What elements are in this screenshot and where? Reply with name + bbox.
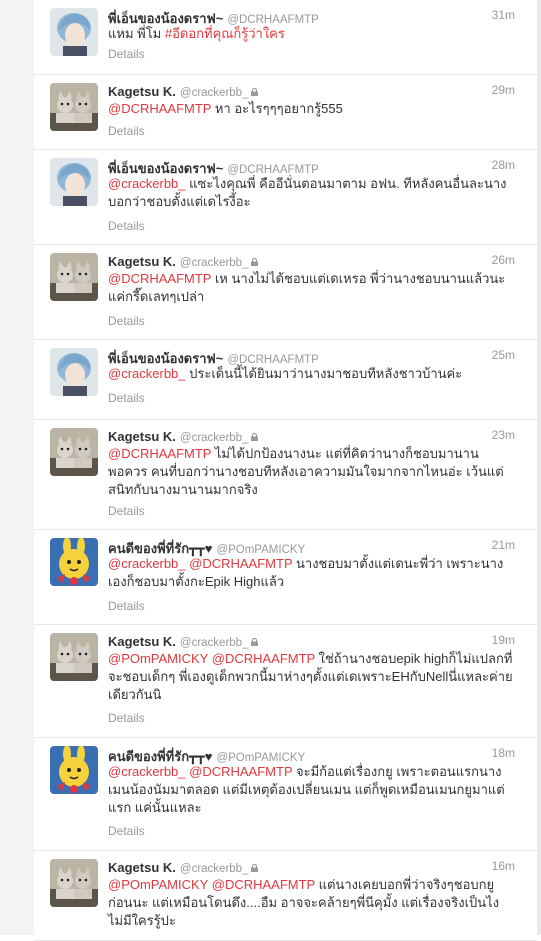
details-link[interactable]: Details <box>108 824 145 838</box>
tweet-header: พี่เอ็นของน้องดราฟ~ @DCRHAAFMTP 28m <box>108 158 527 176</box>
blue-hair-avatar[interactable] <box>50 348 98 396</box>
tweet-text: @crackerbb_ @DCRHAAFMTP จะมีก้อแต่เรื่อง… <box>108 763 518 817</box>
user-name[interactable]: Kagetsu K. <box>108 84 176 99</box>
user-handle[interactable]: @crackerbb_ <box>180 863 249 875</box>
mention-link[interactable]: @POmPAMICKY <box>108 651 208 666</box>
tweet[interactable]: คนดีของพี่ที่รัก┳┳♥ @POmPAMICKY 18m @cracke… <box>34 738 537 851</box>
details-link[interactable]: Details <box>108 504 145 518</box>
tweet[interactable]: Kagetsu K. @crackerbb_ 19m @POmPAMICKY @DCR… <box>34 625 537 738</box>
mention-link[interactable]: @crackerbb_ <box>108 764 186 779</box>
tweet-text: @crackerbb_ แซะไงคุณพี่ คืออีนั่นตอนมาตา… <box>108 175 518 211</box>
details-link[interactable]: Details <box>108 711 145 725</box>
mention-link[interactable]: @DCRHAAFMTP <box>108 446 211 461</box>
tweet[interactable]: พี่เอ็นของน้องดราฟ~ @DCRHAAFMTP 31m แหม พี่… <box>34 0 537 75</box>
cartoon-avatar[interactable] <box>50 538 98 586</box>
cats-avatar[interactable] <box>50 428 98 476</box>
mention-link[interactable]: @DCRHAAFMTP <box>108 101 211 116</box>
tweet[interactable]: Kagetsu K. @crackerbb_ 16m @POmPAMICKY @DCR… <box>34 851 537 941</box>
mention-link[interactable]: @crackerbb_ <box>108 556 186 571</box>
tweet[interactable]: พี่เอ็นของน้องดราฟ~ @DCRHAAFMTP 25m @cracke… <box>34 340 537 420</box>
tweet-text: @DCRHAAFMTP เห นางไม่ได้ชอบแต่เดเหรอ พี่… <box>108 270 518 306</box>
details-link[interactable]: Details <box>108 219 145 233</box>
cats-avatar[interactable] <box>50 633 98 681</box>
cartoon-avatar[interactable] <box>50 746 98 794</box>
tweet[interactable]: Kagetsu K. @crackerbb_ 26m @DCRHAAFMTP เห น… <box>34 245 537 340</box>
tweet-text: @POmPAMICKY @DCRHAAFMTP แต่นางเคยบอกพี่ว… <box>108 876 518 930</box>
tweet-text: แหม พี่โม #อีดอกที่คุณก็รู้ว่าใคร <box>108 25 518 43</box>
left-gutter <box>0 0 35 935</box>
tweet-timestamp[interactable]: 31m <box>492 8 515 22</box>
tweet-header: พี่เอ็นของน้องดราฟ~ @DCRHAAFMTP 31m <box>108 8 527 26</box>
tweet-timestamp[interactable]: 25m <box>492 348 515 362</box>
tweet-header: คนดีของพี่ที่รัก┳┳♥ @POmPAMICKY 18m <box>108 746 527 764</box>
details-link[interactable]: Details <box>108 314 145 328</box>
tweet[interactable]: Kagetsu K. @crackerbb_ 23m @DCRHAAFMTP ไม่ไ… <box>34 420 537 530</box>
tweet[interactable]: Kagetsu K. @crackerbb_ 29m @DCRHAAFMTP หา อ… <box>34 75 537 150</box>
tweet-timestamp[interactable]: 21m <box>492 538 515 552</box>
details-link[interactable]: Details <box>108 599 145 613</box>
lock-icon <box>251 859 259 872</box>
user-handle[interactable]: @crackerbb_ <box>180 87 249 99</box>
user-handle[interactable]: @crackerbb_ <box>180 257 249 269</box>
mention-link[interactable]: @DCRHAAFMTP <box>212 651 315 666</box>
user-name[interactable]: Kagetsu K. <box>108 634 176 649</box>
mention-link[interactable]: @DCRHAAFMTP <box>108 271 211 286</box>
details-link[interactable]: Details <box>108 124 145 138</box>
cats-avatar[interactable] <box>50 253 98 301</box>
tweet-header: คนดีของพี่ที่รัก┳┳♥ @POmPAMICKY 21m <box>108 538 527 556</box>
lock-icon <box>251 83 259 96</box>
user-handle[interactable]: @crackerbb_ <box>180 637 249 649</box>
tweet-text-segment: แหม พี่โม <box>108 26 165 41</box>
hashtag-link[interactable]: #อีดอกที่คุณก็รู้ว่าใคร <box>165 26 285 41</box>
user-name[interactable]: Kagetsu K. <box>108 429 176 444</box>
tweet-header: Kagetsu K. @crackerbb_ 19m <box>108 633 527 649</box>
mention-link[interactable]: @POmPAMICKY <box>108 877 208 892</box>
tweet-header: Kagetsu K. @crackerbb_ 23m <box>108 428 527 444</box>
tweet-timestamp[interactable]: 29m <box>492 83 515 97</box>
tweet-header: Kagetsu K. @crackerbb_ 16m <box>108 859 527 875</box>
tweet-timestamp[interactable]: 28m <box>492 158 515 172</box>
lock-icon <box>251 428 259 441</box>
mention-link[interactable]: @crackerbb_ <box>108 176 186 191</box>
tweet-header: Kagetsu K. @crackerbb_ 29m <box>108 83 527 99</box>
mention-link[interactable]: @DCRHAAFMTP <box>189 764 292 779</box>
details-link[interactable]: Details <box>108 47 145 61</box>
cats-avatar[interactable] <box>50 83 98 131</box>
user-name[interactable]: พี่เอ็นของน้องดราฟ~ <box>108 11 223 26</box>
tweet-text: @DCRHAAFMTP หา อะไรๆๆๆอยากรู้555 <box>108 100 518 118</box>
mention-link[interactable]: @DCRHAAFMTP <box>189 556 292 571</box>
details-link[interactable]: Details <box>108 391 145 405</box>
tweet[interactable]: คนดีของพี่ที่รัก┳┳♥ @POmPAMICKY 21m @cracke… <box>34 530 537 625</box>
user-name[interactable]: Kagetsu K. <box>108 254 176 269</box>
tweet-text-segment: ประเด็นนี้ได้ยินมาว่านางมาชอบทีหลังชาวบ้… <box>185 366 463 381</box>
tweet-text-segment: หา อะไรๆๆๆอยากรู้555 <box>211 101 343 116</box>
tweet-text: @crackerbb_ ประเด็นนี้ได้ยินมาว่านางมาชอ… <box>108 365 518 383</box>
tweet-timestamp[interactable]: 19m <box>492 633 515 647</box>
blue-hair-avatar[interactable] <box>50 158 98 206</box>
cats-avatar[interactable] <box>50 859 98 907</box>
tweet-timestamp[interactable]: 26m <box>492 253 515 267</box>
user-name[interactable]: พี่เอ็นของน้องดราฟ~ <box>108 161 223 176</box>
user-name[interactable]: คนดีของพี่ที่รัก┳┳♥ <box>108 541 212 556</box>
blue-hair-avatar[interactable] <box>50 8 98 56</box>
tweet-header: Kagetsu K. @crackerbb_ 26m <box>108 253 527 269</box>
tweet-header: พี่เอ็นของน้องดราฟ~ @DCRHAAFMTP 25m <box>108 348 527 366</box>
mention-link[interactable]: @crackerbb_ <box>108 366 186 381</box>
mention-link[interactable]: @DCRHAAFMTP <box>212 877 315 892</box>
user-name[interactable]: พี่เอ็นของน้องดราฟ~ <box>108 351 223 366</box>
lock-icon <box>251 633 259 646</box>
tweet[interactable]: พี่เอ็นของน้องดราฟ~ @DCRHAAFMTP 28m @cracke… <box>34 150 537 245</box>
tweet-timestamp[interactable]: 23m <box>492 428 515 442</box>
tweet-timestamp[interactable]: 18m <box>492 746 515 760</box>
user-name[interactable]: Kagetsu K. <box>108 860 176 875</box>
scrollbar[interactable] <box>537 0 541 935</box>
tweet-timestamp[interactable]: 16m <box>492 859 515 873</box>
user-handle[interactable]: @crackerbb_ <box>180 432 249 444</box>
user-name[interactable]: คนดีของพี่ที่รัก┳┳♥ <box>108 749 212 764</box>
tweet-text: @POmPAMICKY @DCRHAAFMTP ใช่ถ้านางชอบepik… <box>108 650 518 704</box>
tweet-text: @DCRHAAFMTP ไม่ได้ปกป้องนางนะ แต่ที่คิดว… <box>108 445 518 499</box>
tweet-text: @crackerbb_ @DCRHAAFMTP นางชอบมาตั้งแต่เ… <box>108 555 518 591</box>
lock-icon <box>251 253 259 266</box>
